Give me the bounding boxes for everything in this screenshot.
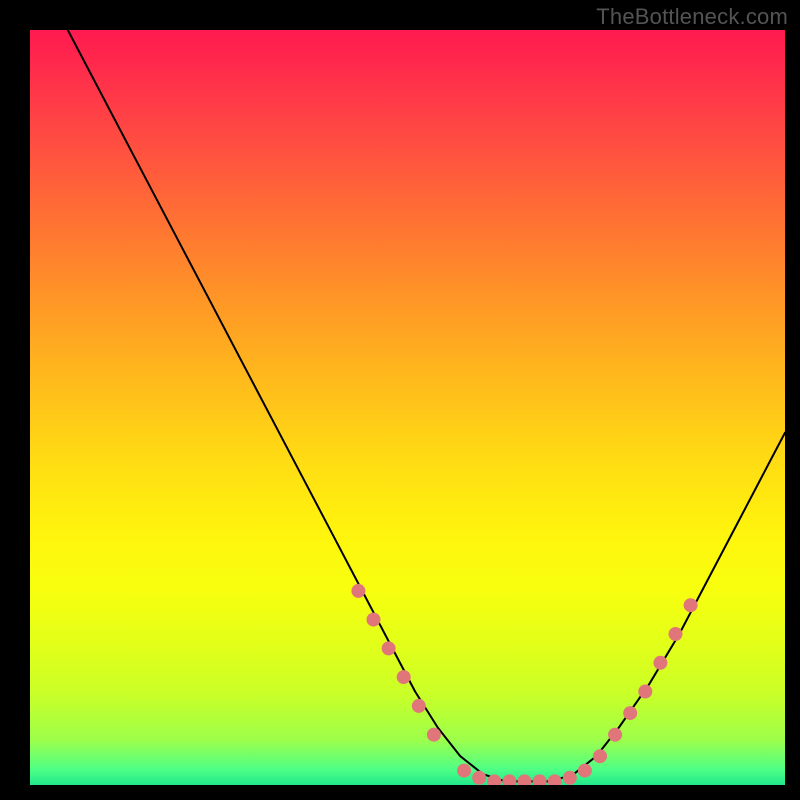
highlight-marker: [593, 749, 607, 763]
highlight-marker: [563, 771, 577, 785]
highlight-marker: [533, 774, 547, 785]
highlight-marker: [608, 728, 622, 742]
highlight-marker: [472, 771, 486, 785]
highlight-marker: [412, 699, 426, 713]
highlight-marker: [502, 774, 516, 785]
highlight-marker: [457, 764, 471, 778]
highlight-marker: [382, 641, 396, 655]
bottleneck-curve: [68, 30, 785, 781]
highlight-marker: [653, 656, 667, 670]
marker-group: [351, 584, 697, 785]
highlight-marker: [367, 613, 381, 627]
highlight-marker: [638, 685, 652, 699]
watermark-text: TheBottleneck.com: [596, 4, 788, 30]
highlight-marker: [351, 584, 365, 598]
highlight-marker: [623, 706, 637, 720]
highlight-marker: [669, 627, 683, 641]
highlight-marker: [578, 764, 592, 778]
chart-svg: [30, 30, 785, 785]
highlight-marker: [684, 598, 698, 612]
highlight-marker: [518, 774, 532, 785]
plot-area: [30, 30, 785, 785]
highlight-marker: [427, 728, 441, 742]
highlight-marker: [397, 670, 411, 684]
highlight-marker: [548, 774, 562, 785]
chart-frame: TheBottleneck.com: [0, 0, 800, 800]
